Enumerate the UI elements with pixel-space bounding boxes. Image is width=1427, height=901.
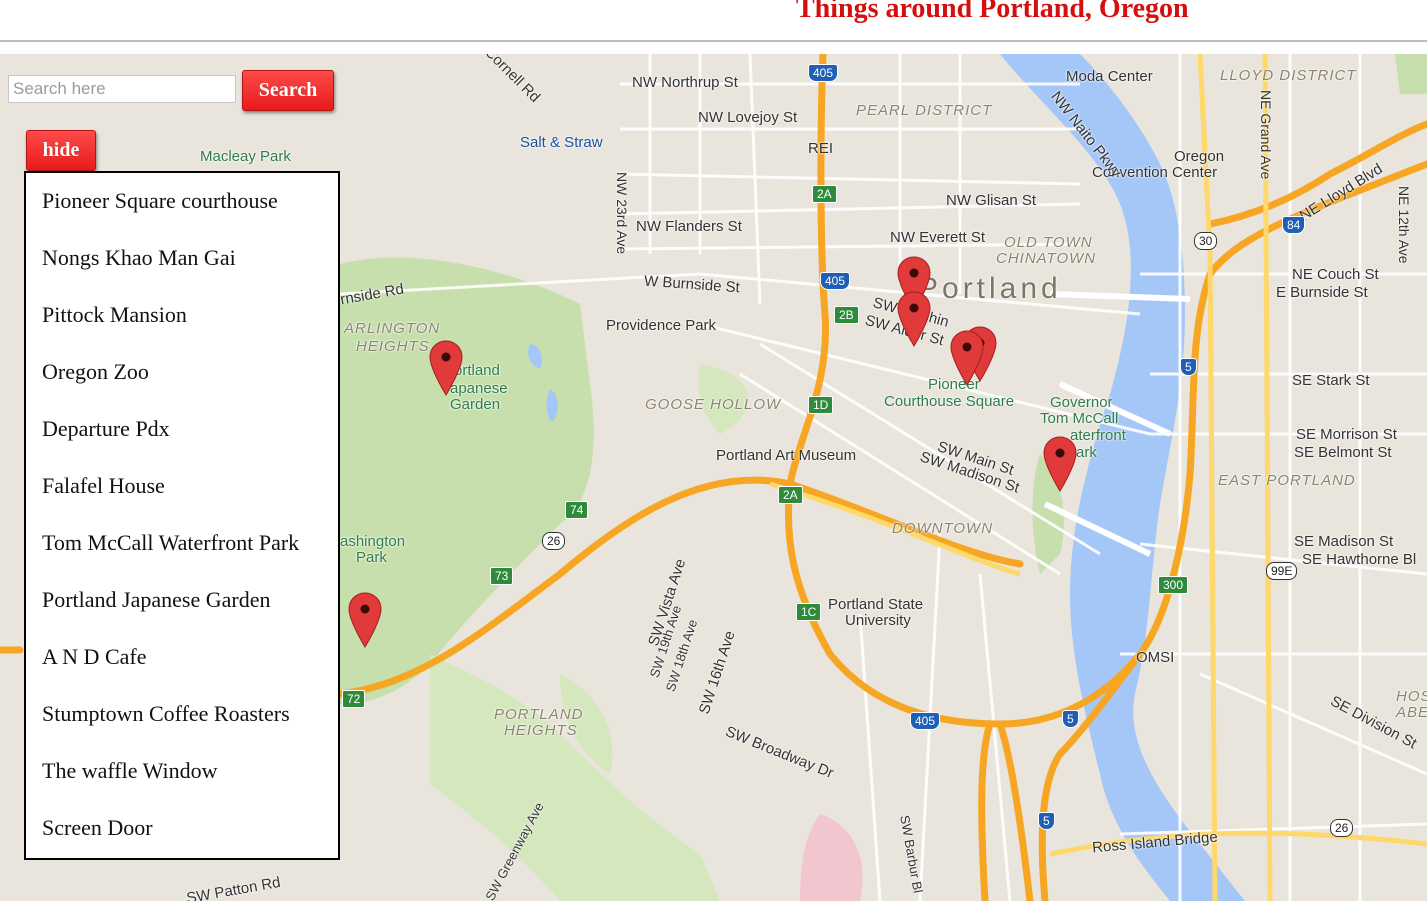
map-label-art-museum: Portland Art Museum bbox=[716, 447, 857, 464]
place-list-item[interactable]: Stumptown Coffee Roasters bbox=[42, 701, 290, 727]
map-label-washington-park-2: Park bbox=[356, 549, 387, 566]
shield-73: 73 bbox=[490, 567, 514, 585]
place-list-item[interactable]: Departure Pdx bbox=[42, 416, 170, 442]
shield-i84: 84 bbox=[1282, 216, 1306, 234]
shield-i5-b: 5 bbox=[1062, 710, 1079, 728]
map-label-arlington: ARLINGTON bbox=[344, 320, 441, 337]
map-label-ne-12th: NE 12th Ave bbox=[1396, 186, 1412, 264]
place-list-item[interactable]: The waffle Window bbox=[42, 758, 217, 784]
map-label-ne-couch: NE Couch St bbox=[1292, 266, 1379, 283]
shield-1c: 1C bbox=[796, 603, 822, 621]
shield-i405-mid: 405 bbox=[820, 272, 851, 290]
map-label-goose-hollow: GOOSE HOLLOW bbox=[645, 396, 782, 413]
shield-2a-bot: 2A bbox=[778, 486, 803, 504]
map-label-hosford-2: ABERN bbox=[1396, 704, 1427, 721]
map-marker[interactable] bbox=[950, 330, 984, 386]
map-label-macleay-park: Macleay Park bbox=[200, 148, 291, 165]
map-label-ne-grand: NE Grand Ave bbox=[1258, 90, 1274, 180]
shield-300: 300 bbox=[1158, 576, 1189, 594]
shield-us30: 30 bbox=[1194, 232, 1218, 250]
map-label-lloyd-district: LLOYD DISTRICT bbox=[1220, 67, 1357, 84]
map-label-nw-flanders: NW Flanders St bbox=[636, 218, 742, 235]
shield-i405-top: 405 bbox=[808, 64, 839, 82]
map-label-downtown: DOWNTOWN bbox=[892, 520, 994, 537]
map-label-pearl-district: PEARL DISTRICT bbox=[856, 102, 993, 119]
map-label-hosford-1: HOSFO bbox=[1396, 688, 1427, 705]
map-label-old-town: OLD TOWN bbox=[1004, 234, 1093, 251]
map-label-portland-heights-1: PORTLAND bbox=[494, 706, 584, 723]
place-list-item[interactable]: Screen Door bbox=[42, 815, 153, 841]
map-marker[interactable] bbox=[897, 291, 931, 347]
map-label-washington-park-1: ashington bbox=[340, 533, 406, 550]
map-label-psu-2: University bbox=[845, 612, 911, 629]
map-label-governor-3: aterfront bbox=[1070, 427, 1126, 444]
place-list-item[interactable]: A N D Cafe bbox=[42, 644, 146, 670]
shield-us26-b: 26 bbox=[1330, 819, 1354, 837]
map-label-nw-northrup: NW Northrup St bbox=[632, 74, 738, 91]
map-label-e-burnside: E Burnside St bbox=[1276, 284, 1368, 301]
page-title: Things around Portland, Oregon bbox=[796, 0, 1189, 24]
place-list-item[interactable]: Pittock Mansion bbox=[42, 302, 187, 328]
map-label-rei: REI bbox=[808, 140, 834, 157]
map-label-psu-1: Portland State bbox=[828, 596, 924, 613]
shield-72: 72 bbox=[342, 690, 366, 708]
place-list-item[interactable]: Tom McCall Waterfront Park bbox=[42, 530, 299, 556]
map-label-se-stark: SE Stark St bbox=[1292, 372, 1370, 389]
map-label-nw-everett: NW Everett St bbox=[890, 229, 986, 246]
map-label-east-portland: EAST PORTLAND bbox=[1218, 472, 1356, 489]
map-marker[interactable] bbox=[1043, 436, 1077, 492]
map-label-omsi: OMSI bbox=[1136, 649, 1175, 666]
map-label-chinatown: CHINATOWN bbox=[996, 250, 1097, 267]
map-marker[interactable] bbox=[429, 340, 463, 396]
search-button[interactable]: Search bbox=[242, 70, 334, 111]
map-marker[interactable] bbox=[348, 592, 382, 648]
map-label-convention-1: Oregon bbox=[1174, 148, 1225, 165]
map-label-arlington-heights: HEIGHTS bbox=[356, 338, 430, 355]
map-label-city: Portland bbox=[918, 272, 1062, 305]
map-label-governor-2: Tom McCall bbox=[1040, 410, 1119, 427]
map-label-nw-lovejoy: NW Lovejoy St bbox=[698, 109, 798, 126]
shield-us26-a: 26 bbox=[542, 532, 566, 550]
shield-2b: 2B bbox=[834, 306, 859, 324]
map-label-se-morrison: SE Morrison St bbox=[1296, 426, 1397, 443]
map-label-nw-glisan: NW Glisan St bbox=[946, 192, 1037, 209]
shield-99e: 99E bbox=[1266, 562, 1298, 580]
map-label-salt-straw: Salt & Straw bbox=[520, 134, 603, 151]
shield-i5-a: 5 bbox=[1180, 358, 1197, 376]
map-label-portland-heights-2: HEIGHTS bbox=[504, 722, 578, 739]
map-label-japanese-garden-3: Garden bbox=[450, 396, 501, 413]
shield-i5-c: 5 bbox=[1038, 812, 1055, 830]
shield-i405-bot: 405 bbox=[910, 712, 941, 730]
map-label-moda-center: Moda Center bbox=[1066, 68, 1153, 85]
place-list-item[interactable]: Pioneer Square courthouse bbox=[42, 188, 278, 214]
place-list: Pioneer Square courthouse Nongs Khao Man… bbox=[24, 171, 340, 860]
shield-1d: 1D bbox=[808, 396, 834, 414]
map-label-providence-park: Providence Park bbox=[606, 317, 717, 334]
search-input[interactable] bbox=[8, 75, 236, 103]
map-label-governor-4: ark bbox=[1076, 444, 1097, 461]
place-list-item[interactable]: Falafel House bbox=[42, 473, 165, 499]
place-list-item[interactable]: Portland Japanese Garden bbox=[42, 587, 270, 613]
hide-button[interactable]: hide bbox=[26, 130, 96, 171]
map-label-se-madison: SE Madison St bbox=[1294, 533, 1394, 550]
map-label-nw-23rd: NW 23rd Ave bbox=[614, 172, 630, 255]
shield-2a-top: 2A bbox=[812, 185, 837, 203]
place-list-item[interactable]: Oregon Zoo bbox=[42, 359, 149, 385]
shield-74: 74 bbox=[565, 501, 589, 519]
map-label-governor-1: Governor bbox=[1050, 394, 1113, 411]
place-list-item[interactable]: Nongs Khao Man Gai bbox=[42, 245, 236, 271]
map-label-se-hawthorne: SE Hawthorne Bl bbox=[1302, 551, 1417, 568]
page-header: Things around Portland, Oregon bbox=[0, 0, 1427, 42]
map-label-se-belmont: SE Belmont St bbox=[1294, 444, 1392, 461]
map-label-pioneer-2: Courthouse Square bbox=[884, 393, 1015, 410]
